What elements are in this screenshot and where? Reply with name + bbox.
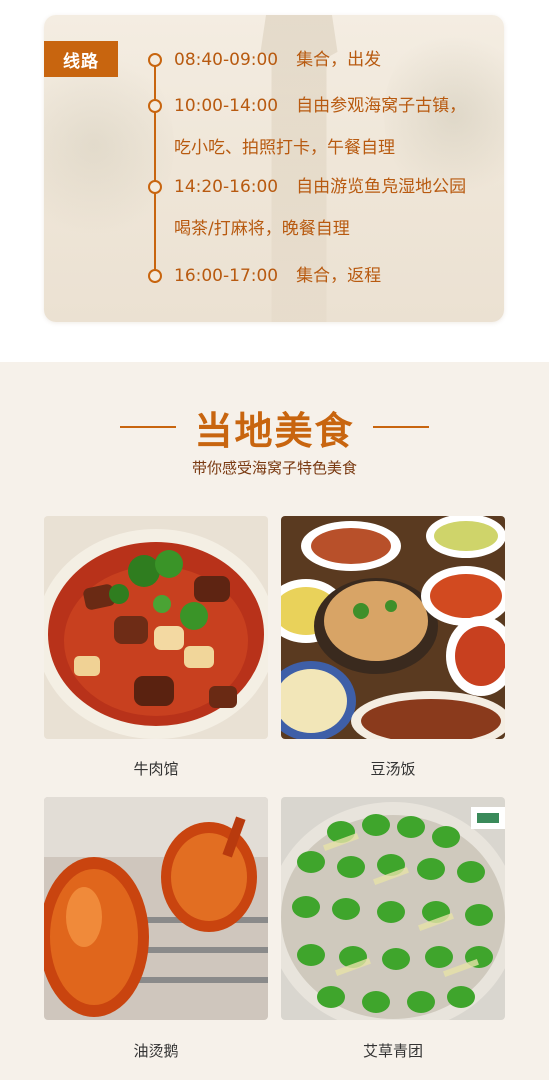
food-label-goose: 油烫鹅 <box>133 1042 179 1060</box>
beef-noodle-photo <box>44 516 268 739</box>
timeline-dot-3 <box>148 180 162 194</box>
route-stop-2-detail: 吃小吃、拍照打卡，午餐自理 <box>174 138 395 158</box>
stop-desc: 自由参观海窝子古镇， <box>296 96 467 116</box>
stop-time: 16:00-17:00 <box>174 266 279 286</box>
food-label-beef: 牛肉馆 <box>133 760 179 778</box>
stop-time: 08:40-09:00 <box>174 50 279 70</box>
food-label-dumpling: 艾草青团 <box>362 1042 423 1060</box>
bean-soup-rice-photo <box>281 516 505 739</box>
route-stop-2: 10:00-14:00 自由参观海窝子古镇， <box>174 94 466 118</box>
route-tag: 线路 <box>44 41 118 77</box>
timeline-dot-4 <box>148 269 162 283</box>
stop-time: 10:00-14:00 <box>174 96 279 116</box>
route-card: 线路 08:40-09:00 集合，出发 10:00-14:00 自由参观海窝子古镇… <box>44 15 504 322</box>
stop-desc: 集合，返程 <box>296 266 382 286</box>
food-label-bean-soup: 豆汤饭 <box>370 760 416 778</box>
food-subtitle: 带你感受海窝子特色美食 <box>191 459 357 477</box>
route-stop-3: 14:20-16:00 自由游览鱼凫湿地公园 <box>174 175 466 199</box>
food-title-row: 当地美食 <box>0 402 549 453</box>
roast-goose-photo <box>44 797 268 1020</box>
food-title: 当地美食 <box>194 407 355 453</box>
timeline-line <box>154 65 156 283</box>
timeline-dot-2 <box>148 99 162 113</box>
title-divider-left <box>120 426 177 428</box>
mugwort-dumpling-photo <box>281 797 505 1020</box>
title-divider-right <box>372 426 429 428</box>
route-stop-1: 08:40-09:00 集合，出发 <box>174 48 381 72</box>
route-stop-4: 16:00-17:00 集合，返程 <box>174 264 381 288</box>
timeline-dot-1 <box>148 53 162 67</box>
stop-desc: 自由游览鱼凫湿地公园 <box>296 177 467 197</box>
route-stop-3-detail: 喝茶/打麻将，晚餐自理 <box>174 219 350 239</box>
stop-desc: 集合，出发 <box>296 50 382 70</box>
stop-time: 14:20-16:00 <box>174 177 279 197</box>
